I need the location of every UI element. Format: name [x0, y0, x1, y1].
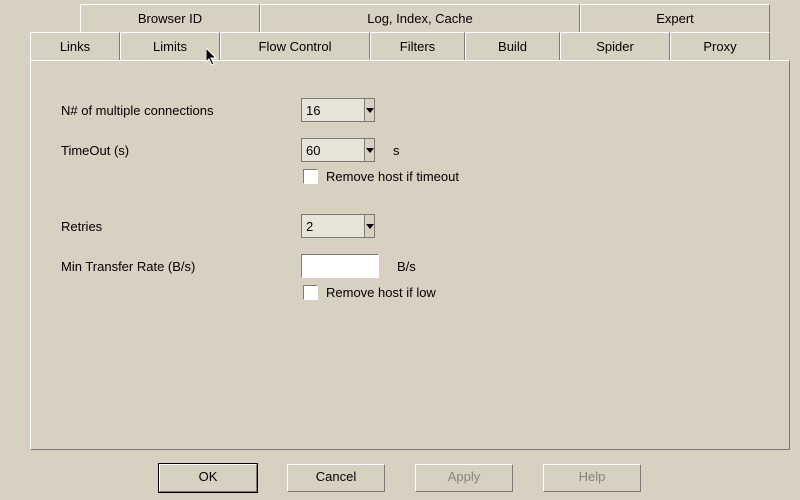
- remove-low-label: Remove host if low: [326, 285, 436, 300]
- button-bar: OK Cancel Apply Help: [0, 458, 800, 500]
- row-timeout: TimeOut (s) s: [61, 137, 769, 163]
- connections-spinner[interactable]: [301, 98, 375, 122]
- apply-button[interactable]: Apply: [415, 464, 513, 492]
- minrate-input[interactable]: [301, 254, 379, 278]
- row-minrate: Min Transfer Rate (B/s) B/s: [61, 253, 769, 279]
- retries-label: Retries: [61, 219, 301, 234]
- row-retries: Retries: [61, 213, 769, 239]
- tab-links[interactable]: Links: [30, 32, 120, 60]
- row-remove-low: Remove host if low: [303, 285, 436, 300]
- tab-browser-id[interactable]: Browser ID: [80, 4, 260, 32]
- tab-expert[interactable]: Expert: [580, 4, 770, 32]
- ok-button[interactable]: OK: [159, 464, 257, 492]
- help-button[interactable]: Help: [543, 464, 641, 492]
- tab-limits[interactable]: Limits: [120, 32, 220, 60]
- remove-timeout-label: Remove host if timeout: [326, 169, 459, 184]
- retries-input[interactable]: [302, 215, 364, 237]
- timeout-unit: s: [393, 143, 400, 158]
- tab-spider[interactable]: Spider: [560, 32, 670, 60]
- minrate-label: Min Transfer Rate (B/s): [61, 259, 301, 274]
- chevron-down-icon[interactable]: [364, 139, 374, 161]
- flow-control-panel: N# of multiple connections TimeOut (s) s…: [30, 60, 790, 450]
- connections-label: N# of multiple connections: [61, 103, 301, 118]
- row-connections: N# of multiple connections: [61, 97, 769, 123]
- remove-timeout-checkbox[interactable]: [303, 169, 318, 184]
- timeout-input[interactable]: [302, 139, 364, 161]
- tab-row-upper: Browser IDLog, Index, CacheExpert: [80, 4, 770, 32]
- tab-filters[interactable]: Filters: [370, 32, 465, 60]
- timeout-label: TimeOut (s): [61, 143, 301, 158]
- row-remove-timeout: Remove host if timeout: [303, 169, 459, 184]
- dialog-window: Browser IDLog, Index, CacheExpert LinksL…: [0, 0, 800, 500]
- timeout-spinner[interactable]: [301, 138, 375, 162]
- minrate-unit: B/s: [397, 259, 416, 274]
- chevron-down-icon[interactable]: [364, 99, 374, 121]
- cancel-button[interactable]: Cancel: [287, 464, 385, 492]
- tab-log-index-cache[interactable]: Log, Index, Cache: [260, 4, 580, 32]
- tab-flow-control[interactable]: Flow Control: [220, 32, 370, 60]
- retries-spinner[interactable]: [301, 214, 375, 238]
- connections-input[interactable]: [302, 99, 364, 121]
- chevron-down-icon[interactable]: [364, 215, 374, 237]
- tab-proxy[interactable]: Proxy: [670, 32, 770, 60]
- tab-build[interactable]: Build: [465, 32, 560, 60]
- remove-low-checkbox[interactable]: [303, 285, 318, 300]
- tab-row-lower: LinksLimitsFlow ControlFiltersBuildSpide…: [30, 32, 770, 60]
